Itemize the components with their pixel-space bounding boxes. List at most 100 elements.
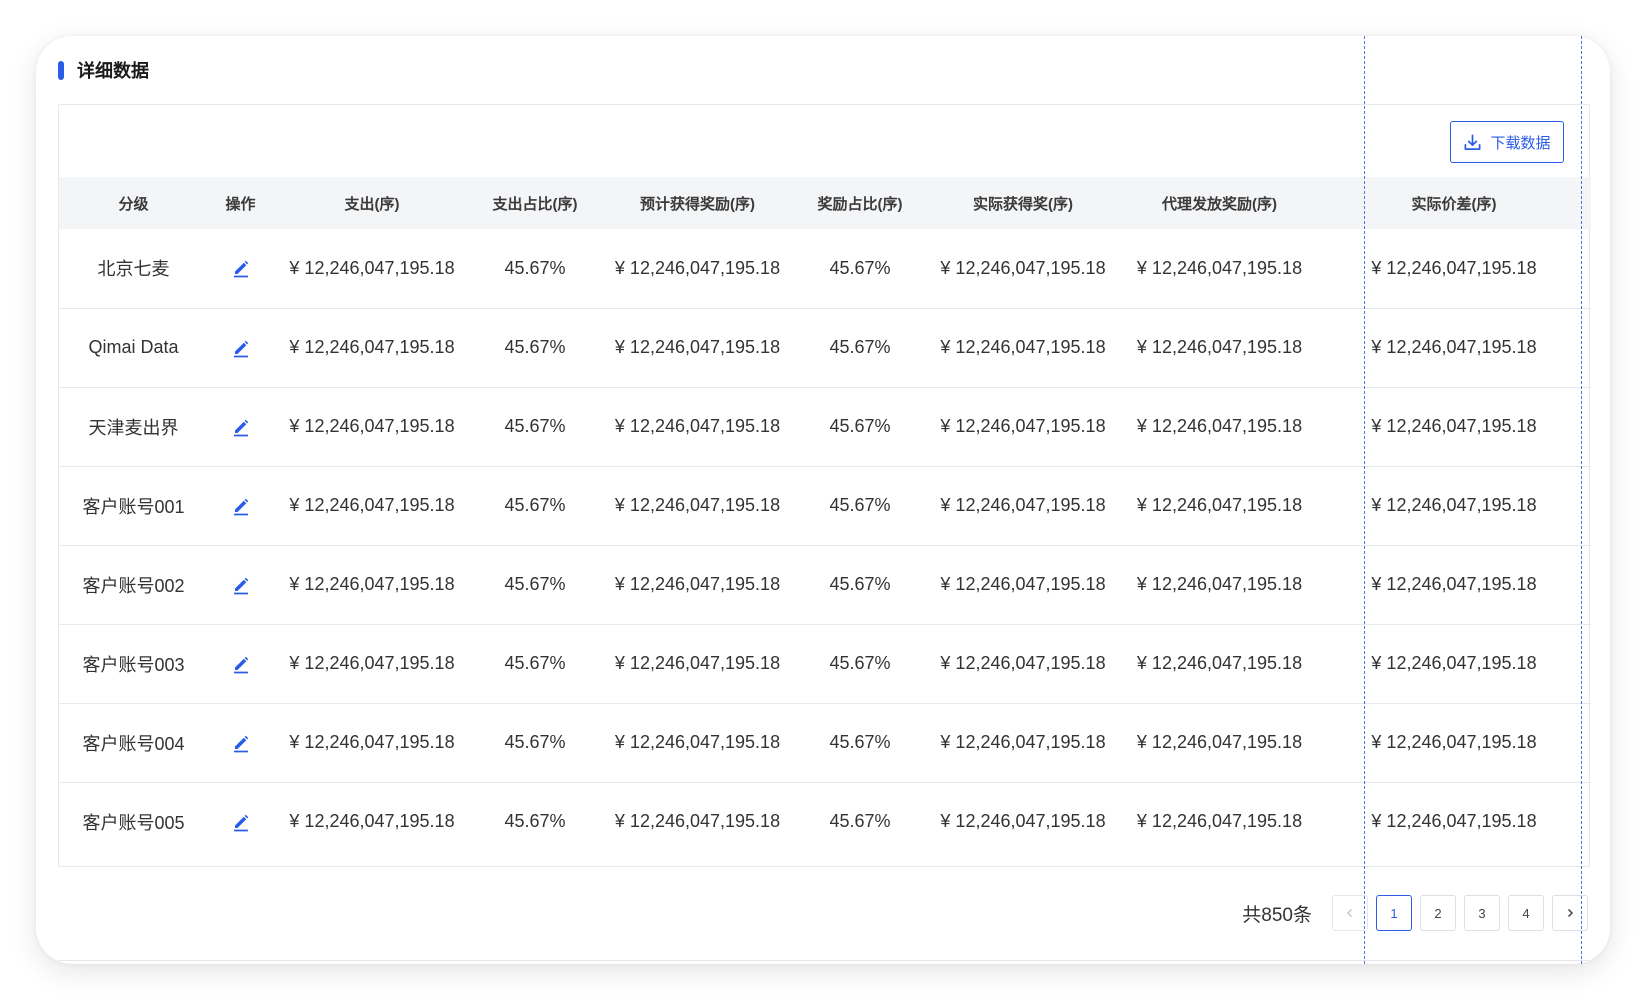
section-header: 详细数据 bbox=[58, 58, 149, 82]
row-name-cell: 客户账号003 bbox=[59, 623, 208, 703]
value-cell: 45.67% bbox=[471, 465, 599, 545]
table-header-row: 分级 操作 支出(序) 支出占比(序) 预计获得奖励(序) 奖励占比(序) 实际获得奖(序)… bbox=[59, 177, 1591, 229]
prev-page-button[interactable] bbox=[1332, 895, 1368, 931]
total-count: 共850条 bbox=[1242, 904, 1312, 926]
value-cell: 45.67% bbox=[471, 544, 599, 624]
column-header[interactable]: 实际获得奖(序) bbox=[924, 177, 1122, 229]
value-cell: 45.67% bbox=[796, 781, 924, 861]
value-cell: ¥ 12,246,047,195.18 bbox=[273, 465, 471, 545]
value-cell: ¥ 12,246,047,195.18 bbox=[1317, 307, 1591, 387]
detail-data-card: 详细数据 下载数据 分级 操作 支出(序) 支出占比(序) 预计获得奖励(序) 奖励占比(… bbox=[36, 36, 1610, 964]
row-name-cell: 北京七麦 bbox=[97, 259, 170, 280]
value-cell: 45.67% bbox=[829, 257, 891, 278]
title-accent-bar bbox=[58, 60, 64, 80]
edit-icon[interactable] bbox=[230, 337, 252, 359]
page-button[interactable]: 3 bbox=[1464, 895, 1500, 931]
value-cell: 45.67% bbox=[471, 702, 599, 782]
value-cell: ¥ 12,246,047,195.18 bbox=[273, 623, 471, 703]
value-cell: ¥ 12,246,047,195.18 bbox=[1317, 623, 1591, 703]
value-cell: ¥ 12,246,047,195.18 bbox=[1122, 702, 1317, 782]
card-bottom-divider bbox=[58, 960, 1588, 961]
value-cell: ¥ 12,246,047,195.18 bbox=[1122, 465, 1317, 545]
row-name-cell: 客户账号001 bbox=[59, 465, 208, 545]
chevron-left-icon bbox=[1346, 908, 1353, 918]
value-cell: ¥ 12,246,047,195.18 bbox=[599, 623, 796, 703]
value-cell: 45.67% bbox=[471, 781, 599, 861]
table-row: 北京七麦 ¥ 12,246,047,195.18 45.67% ¥ 12,246,04… bbox=[59, 229, 1591, 308]
row-name-cell: 客户账号004 bbox=[59, 702, 208, 782]
action-cell bbox=[208, 307, 273, 387]
value-cell: ¥ 12,246,047,195.18 bbox=[273, 781, 471, 861]
action-cell bbox=[208, 702, 273, 782]
row-name-cell: 客户账号002 bbox=[59, 544, 208, 624]
value-cell: ¥ 12,246,047,195.18 bbox=[924, 386, 1122, 466]
value-cell: ¥ 12,246,047,195.18 bbox=[940, 257, 1106, 278]
column-header[interactable]: 代理发放奖励(序) bbox=[1122, 177, 1317, 229]
value-cell: ¥ 12,246,047,195.18 bbox=[1122, 781, 1317, 861]
value-cell: 45.67% bbox=[471, 307, 599, 387]
chevron-right-icon bbox=[1567, 908, 1574, 918]
value-cell: ¥ 12,246,047,195.18 bbox=[924, 465, 1122, 545]
download-icon bbox=[1465, 134, 1481, 150]
row-name-cell: Qimai Data bbox=[59, 307, 208, 387]
table-row: Qimai Data ¥ 12,246,047,195.18 45.67% ¥ 12,… bbox=[59, 307, 1591, 387]
value-cell: ¥ 12,246,047,195.18 bbox=[289, 257, 455, 278]
value-cell: ¥ 12,246,047,195.18 bbox=[1371, 257, 1537, 278]
column-header: 操作 bbox=[208, 177, 273, 229]
pagination: 共850条 1234 bbox=[1242, 894, 1588, 932]
value-cell: ¥ 12,246,047,195.18 bbox=[273, 386, 471, 466]
edit-icon[interactable] bbox=[230, 811, 252, 833]
value-cell: 45.67% bbox=[504, 257, 566, 278]
edit-icon[interactable] bbox=[230, 653, 252, 675]
value-cell: ¥ 12,246,047,195.18 bbox=[924, 781, 1122, 861]
value-cell: ¥ 12,246,047,195.18 bbox=[614, 257, 781, 278]
table-row: 客户账号003 ¥ 12,246,047,195.18 45.67% ¥ 12,246… bbox=[59, 623, 1591, 703]
value-cell: ¥ 12,246,047,195.18 bbox=[1317, 702, 1591, 782]
table-body: 北京七麦 ¥ 12,246,047,195.18 45.67% ¥ 12,246,04… bbox=[59, 229, 1591, 861]
column-header[interactable]: 分级 bbox=[59, 177, 208, 229]
page-button[interactable]: 4 bbox=[1508, 895, 1544, 931]
table-row: 客户账号005 ¥ 12,246,047,195.18 45.67% ¥ 12,246… bbox=[59, 781, 1591, 861]
value-cell: ¥ 12,246,047,195.18 bbox=[1317, 465, 1591, 545]
table-row: 客户账号001 ¥ 12,246,047,195.18 45.67% ¥ 12,246… bbox=[59, 465, 1591, 545]
value-cell: 45.67% bbox=[471, 386, 599, 466]
value-cell: ¥ 12,246,047,195.18 bbox=[599, 702, 796, 782]
value-cell: ¥ 12,246,047,195.18 bbox=[273, 544, 471, 624]
value-cell: ¥ 12,246,047,195.18 bbox=[599, 465, 796, 545]
value-cell: ¥ 12,246,047,195.18 bbox=[924, 307, 1122, 387]
section-title: 详细数据 bbox=[77, 61, 149, 81]
column-header[interactable]: 奖励占比(序) bbox=[796, 177, 924, 229]
value-cell: 45.67% bbox=[796, 544, 924, 624]
value-cell: ¥ 12,246,047,195.18 bbox=[273, 702, 471, 782]
download-data-button[interactable]: 下载数据 bbox=[1450, 121, 1564, 163]
edit-icon[interactable] bbox=[230, 732, 252, 754]
value-cell: ¥ 12,246,047,195.18 bbox=[924, 544, 1122, 624]
value-cell: ¥ 12,246,047,195.18 bbox=[924, 702, 1122, 782]
table-panel: 下载数据 分级 操作 支出(序) 支出占比(序) 预计获得奖励(序) 奖励占比(序) 实际获… bbox=[58, 104, 1591, 867]
page-button[interactable]: 1 bbox=[1376, 895, 1412, 931]
value-cell: ¥ 12,246,047,195.18 bbox=[1317, 781, 1591, 861]
action-cell bbox=[208, 465, 273, 545]
edit-icon[interactable] bbox=[230, 574, 252, 596]
value-cell: 45.67% bbox=[796, 386, 924, 466]
value-cell: ¥ 12,246,047,195.18 bbox=[599, 544, 796, 624]
page-button[interactable]: 2 bbox=[1420, 895, 1456, 931]
column-header[interactable]: 支出(序) bbox=[273, 177, 471, 229]
download-button-label: 下载数据 bbox=[1490, 134, 1551, 152]
table-row: 天津麦出界 ¥ 12,246,047,195.18 45.67% ¥ 12,246,0… bbox=[59, 386, 1591, 466]
edit-icon[interactable] bbox=[230, 416, 252, 438]
value-cell: ¥ 12,246,047,195.18 bbox=[924, 623, 1122, 703]
table-row: 客户账号004 ¥ 12,246,047,195.18 45.67% ¥ 12,246… bbox=[59, 702, 1591, 782]
column-header[interactable]: 支出占比(序) bbox=[471, 177, 599, 229]
column-header[interactable]: 实际价差(序) bbox=[1317, 177, 1591, 229]
action-cell bbox=[208, 229, 273, 308]
page-number-list: 1234 bbox=[1376, 895, 1544, 931]
edit-icon[interactable] bbox=[230, 495, 252, 517]
value-cell: ¥ 12,246,047,195.18 bbox=[1122, 307, 1317, 387]
column-header[interactable]: 预计获得奖励(序) bbox=[599, 177, 796, 229]
guide-line-left bbox=[1364, 36, 1365, 964]
row-name-cell: 客户账号005 bbox=[59, 781, 208, 861]
next-page-button[interactable] bbox=[1552, 895, 1588, 931]
edit-icon[interactable] bbox=[230, 257, 252, 279]
action-cell bbox=[208, 781, 273, 861]
